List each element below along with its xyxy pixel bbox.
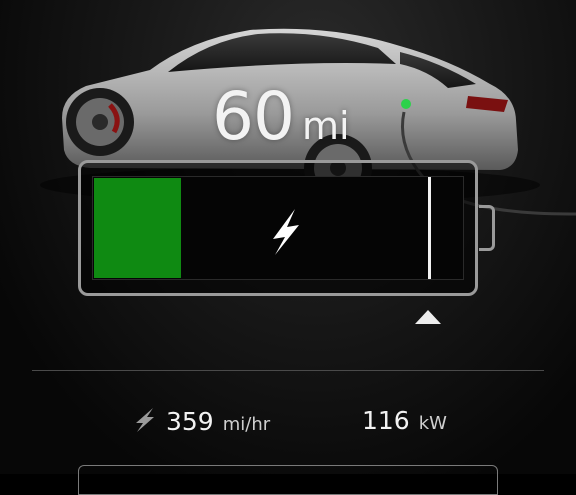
triangle-up-icon[interactable] xyxy=(415,310,441,324)
charge-port-light xyxy=(401,99,411,109)
range-unit: mi xyxy=(301,104,350,148)
divider xyxy=(32,370,544,371)
battery-charge-fill xyxy=(94,178,181,278)
power-value: 116 xyxy=(362,406,410,435)
power-unit: kW xyxy=(418,413,447,434)
rear-wheel xyxy=(66,88,134,156)
charging-screen: 60 mi 359 mi/hr 116 kW xyxy=(0,0,576,495)
charge-rate-stat: 359 mi/hr xyxy=(134,406,270,436)
battery-gauge xyxy=(78,160,478,296)
lightning-bolt-icon xyxy=(273,209,299,255)
charge-rate-unit: mi/hr xyxy=(222,414,271,435)
charge-limit-line xyxy=(428,177,431,279)
battery-terminal xyxy=(479,205,495,251)
battery-interior xyxy=(92,176,464,280)
lightning-bolt-icon xyxy=(136,408,154,432)
charge-rate-value: 359 xyxy=(166,407,214,436)
range-readout: 60 mi xyxy=(212,84,350,150)
range-value: 60 xyxy=(212,78,295,155)
bottom-panel[interactable] xyxy=(78,465,498,495)
power-stat: 116 kW xyxy=(362,406,447,435)
